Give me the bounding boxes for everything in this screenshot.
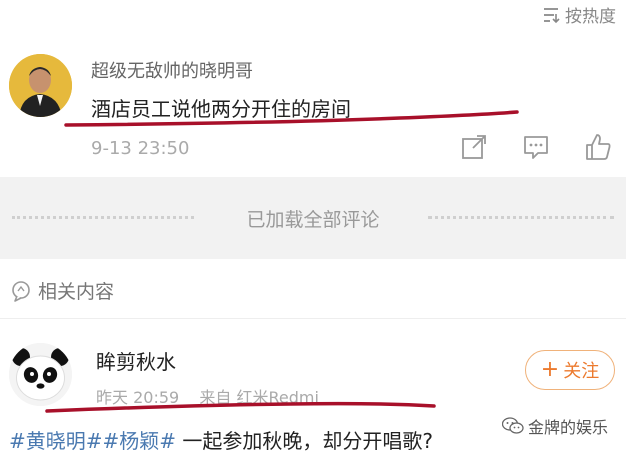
hashtag-1[interactable]: #黄晓明#	[9, 429, 103, 453]
share-button[interactable]	[459, 132, 489, 162]
watermark: 金牌的娱乐	[501, 414, 608, 438]
poster-username[interactable]: 眸剪秋水	[96, 346, 176, 375]
wechat-icon	[501, 417, 524, 434]
commenter-avatar[interactable]	[9, 54, 72, 117]
reply-button[interactable]	[521, 132, 551, 162]
watermark-text: 金牌的娱乐	[527, 418, 608, 437]
sort-by-hot[interactable]: 按热度	[541, 2, 616, 27]
like-button[interactable]	[583, 132, 613, 162]
poster-avatar[interactable]	[9, 343, 72, 406]
post-body: 一起参加秋晚，却分开唱歌?	[182, 429, 434, 453]
plus-icon: +	[540, 357, 560, 382]
section-separator	[0, 318, 626, 319]
follow-button[interactable]: + 关注	[525, 350, 615, 390]
sort-icon	[544, 7, 560, 23]
related-label: 相关内容	[38, 281, 115, 303]
loaded-all-text: 已加载全部评论	[246, 209, 380, 231]
comment-timestamp: 9-13 23:50	[91, 138, 190, 159]
hashtag-2[interactable]: #杨颖#	[103, 429, 177, 453]
comment-text: 酒店员工说他两分开住的房间	[91, 97, 351, 121]
reply-icon	[524, 136, 548, 159]
post-time: 昨天 20:59	[96, 388, 180, 407]
related-content-header: 相关内容	[10, 277, 114, 304]
post-source: 来自 红米Redmi	[199, 388, 319, 407]
post-text: #黄晓明##杨颖# 一起参加秋晚，却分开唱歌?	[9, 425, 433, 454]
sort-label: 按热度	[565, 7, 616, 27]
follow-label: 关注	[563, 361, 600, 382]
share-icon	[462, 135, 486, 159]
like-icon	[586, 134, 611, 160]
bubble-icon	[12, 280, 30, 302]
post-meta: 昨天 20:59 来自 红米Redmi	[96, 384, 319, 408]
commenter-username[interactable]: 超级无敌帅的晓明哥	[91, 57, 253, 83]
